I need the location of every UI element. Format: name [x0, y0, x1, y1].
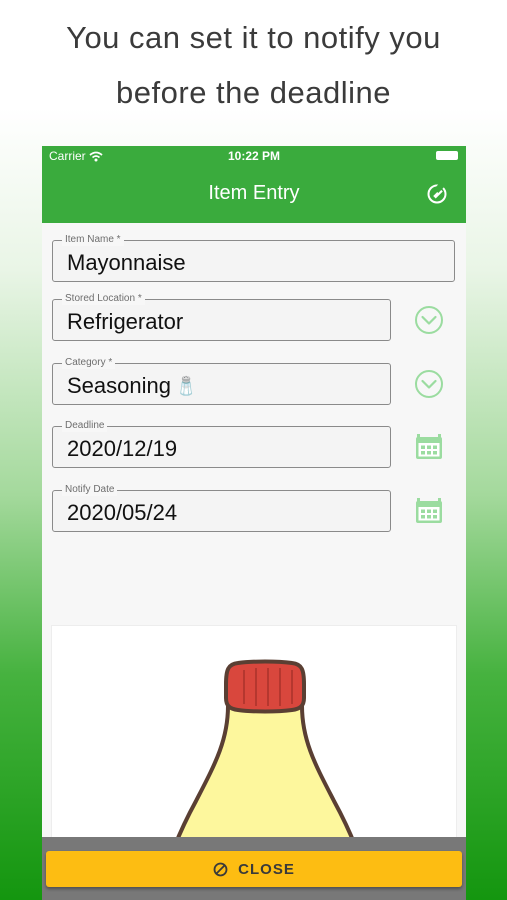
- deadline-label: Deadline: [62, 420, 108, 432]
- promo-line-1: You can set it to notify you: [66, 20, 441, 55]
- stored-location-field[interactable]: Stored Location * Refrigerator: [52, 293, 391, 341]
- notify-date-label: Notify Date: [62, 484, 118, 496]
- promo-headline: You can set it to notify you before the …: [0, 10, 507, 120]
- battery-icon: [436, 151, 458, 160]
- close-button-label: CLOSE: [238, 860, 295, 878]
- stored-location-text: Refrigerator: [67, 309, 184, 334]
- deadline-calendar-icon[interactable]: [414, 431, 444, 461]
- status-bar: Carrier 10:22 PM: [42, 146, 466, 166]
- promo-line-2: before the deadline: [116, 75, 391, 110]
- status-time: 10:22 PM: [227, 149, 281, 163]
- item-name-label: Item Name *: [62, 234, 124, 246]
- notify-date-field[interactable]: Notify Date 2020/05/24: [52, 484, 391, 532]
- category-dropdown-icon[interactable]: [414, 369, 444, 399]
- stored-location-value: Refrigerator: [67, 310, 183, 334]
- salt-shaker-emoji: 🧂: [174, 376, 198, 396]
- notify-date-text: 2020/05/24: [67, 500, 178, 525]
- edit-icon[interactable]: [426, 183, 448, 205]
- phone-screen: Carrier 10:22 PM Item Entry Item Name * …: [42, 146, 466, 900]
- stored-location-dropdown-icon[interactable]: [414, 305, 444, 335]
- nav-bar: Item Entry: [42, 166, 466, 223]
- notify-date-value: 2020/05/24: [67, 501, 177, 525]
- deadline-field[interactable]: Deadline 2020/12/19: [52, 420, 391, 468]
- deadline-text: 2020/12/19: [67, 436, 178, 461]
- notify-date-calendar-icon[interactable]: [414, 495, 444, 525]
- item-name-field[interactable]: Item Name * Mayonnaise: [52, 234, 455, 282]
- item-entry-form: Item Name * Mayonnaise Stored Location *…: [42, 223, 466, 900]
- category-value: Seasoning 🧂: [67, 374, 197, 398]
- deadline-value: 2020/12/19: [67, 437, 177, 461]
- close-button[interactable]: CLOSE: [46, 851, 462, 887]
- category-text: Seasoning: [67, 373, 171, 398]
- bottom-bar: CLOSE: [42, 837, 466, 900]
- item-name-value: Mayonnaise: [67, 251, 186, 275]
- page-title: Item Entry: [208, 182, 300, 204]
- category-label: Category *: [62, 357, 116, 369]
- item-name-text: Mayonnaise: [67, 250, 186, 275]
- category-field[interactable]: Category * Seasoning 🧂: [52, 357, 391, 405]
- stored-location-label: Stored Location *: [62, 293, 145, 305]
- cancel-icon: [213, 862, 228, 876]
